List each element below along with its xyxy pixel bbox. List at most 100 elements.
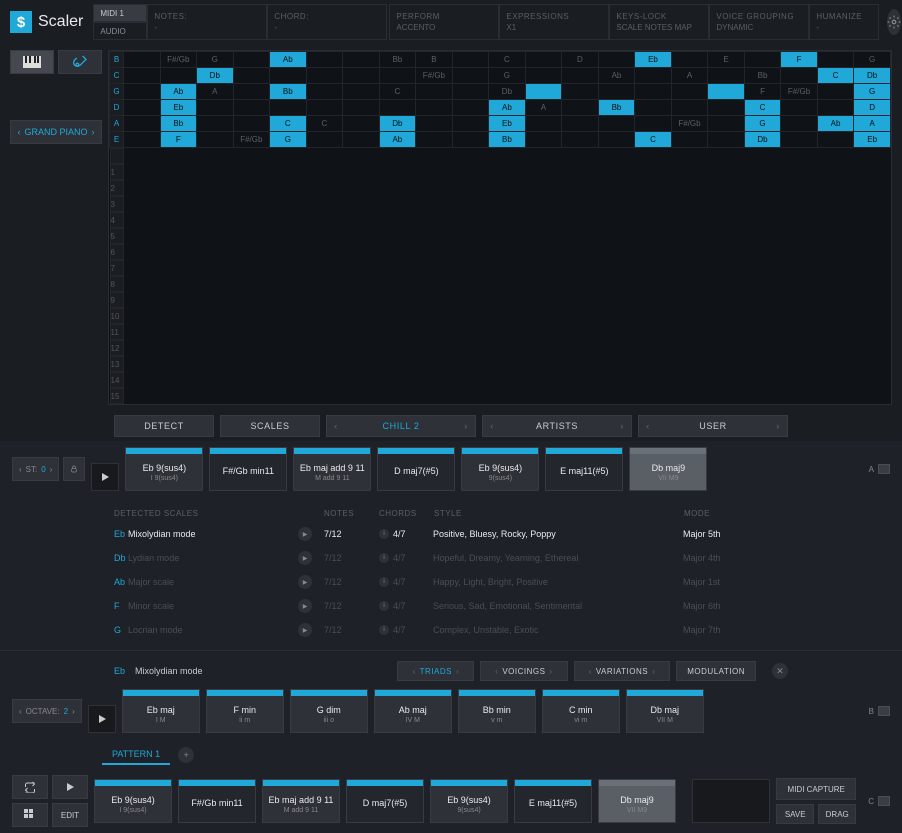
chord-pad[interactable]: Db maj9VII M9 <box>598 779 676 823</box>
fret-cell[interactable] <box>562 84 599 100</box>
play-icon[interactable]: ▶ <box>298 575 312 589</box>
fret-cell[interactable] <box>343 68 380 84</box>
fret-cell[interactable]: C <box>110 68 124 84</box>
fret-cell[interactable] <box>452 52 489 68</box>
fret-cell[interactable]: A <box>197 84 234 100</box>
fret-cell[interactable] <box>416 84 453 100</box>
play-button[interactable] <box>52 775 88 799</box>
fret-cell[interactable]: F <box>781 52 818 68</box>
chord-pad[interactable]: Db majVII M <box>626 689 704 733</box>
gear-icon[interactable] <box>887 9 901 35</box>
chord-pad[interactable]: E maj11(#5) <box>514 779 592 823</box>
fret-cell[interactable] <box>525 132 562 148</box>
fret-cell[interactable]: F#/Gb <box>233 132 270 148</box>
octave-selector[interactable]: ‹OCTAVE:2› <box>12 699 82 723</box>
fret-cell[interactable] <box>817 52 854 68</box>
fret-cell[interactable] <box>197 132 234 148</box>
info-icon[interactable]: i <box>379 601 389 611</box>
fret-cell[interactable]: D <box>110 100 124 116</box>
fret-cell[interactable] <box>124 52 161 68</box>
fret-cell[interactable] <box>671 52 708 68</box>
fret-cell[interactable] <box>124 84 161 100</box>
fret-cell[interactable] <box>233 52 270 68</box>
fret-cell[interactable]: G <box>197 52 234 68</box>
fret-cell[interactable]: Bb <box>379 52 416 68</box>
fret-cell[interactable]: Ab <box>160 84 197 100</box>
fret-cell[interactable]: Ab <box>270 52 307 68</box>
tab-variations[interactable]: ‹VARIATIONS› <box>574 661 671 681</box>
fret-cell[interactable] <box>708 68 745 84</box>
add-pattern-button[interactable]: + <box>178 747 194 763</box>
fret-cell[interactable] <box>306 68 343 84</box>
fret-cell[interactable]: Bb <box>489 132 526 148</box>
fret-cell[interactable] <box>781 68 818 84</box>
chevron-right-icon[interactable]: › <box>613 421 631 431</box>
fret-cell[interactable]: Ab <box>817 116 854 132</box>
fret-cell[interactable] <box>635 116 672 132</box>
fret-cell[interactable]: C <box>489 52 526 68</box>
fret-cell[interactable] <box>562 68 599 84</box>
fret-cell[interactable] <box>306 84 343 100</box>
humanize-panel[interactable]: HUMANIZE - <box>809 4 879 40</box>
fret-cell[interactable] <box>343 100 380 116</box>
scale-row[interactable]: DbLydian mode ▶ 7/12 i 4/7 Hopeful, Drea… <box>114 546 788 570</box>
grid-button[interactable] <box>12 803 48 827</box>
fret-cell[interactable]: F#/Gb <box>671 116 708 132</box>
tab-browse[interactable]: ‹ CHILL 2 › <box>326 415 476 437</box>
fret-cell[interactable]: C <box>379 84 416 100</box>
fret-cell[interactable]: C <box>635 132 672 148</box>
fret-cell[interactable] <box>452 68 489 84</box>
play-button[interactable] <box>88 705 116 733</box>
info-icon[interactable]: i <box>379 625 389 635</box>
chevron-right-icon[interactable]: › <box>457 421 475 431</box>
fret-cell[interactable]: F#/Gb <box>781 84 818 100</box>
fret-cell[interactable]: F#/Gb <box>416 68 453 84</box>
fret-cell[interactable]: Eb <box>489 116 526 132</box>
tab-scales[interactable]: SCALES <box>220 415 320 437</box>
fret-cell[interactable]: A <box>854 116 891 132</box>
midi-capture-button[interactable]: MIDI CAPTURE <box>776 778 856 800</box>
fret-cell[interactable] <box>343 132 380 148</box>
midi-mode[interactable]: MIDI 1 <box>93 4 147 22</box>
fret-cell[interactable] <box>270 68 307 84</box>
fret-cell[interactable]: A <box>671 68 708 84</box>
fret-cell[interactable]: C <box>270 116 307 132</box>
fret-cell[interactable]: G <box>270 132 307 148</box>
chord-pad[interactable]: Eb maj add 9 11M add 9 11 <box>293 447 371 491</box>
fret-cell[interactable]: Bb <box>598 100 635 116</box>
chord-pad[interactable]: D maj7(#5) <box>377 447 455 491</box>
fret-cell[interactable] <box>744 52 781 68</box>
fret-cell[interactable]: G <box>744 116 781 132</box>
keyboard-view-button[interactable] <box>10 50 54 74</box>
fret-cell[interactable] <box>708 100 745 116</box>
fret-cell[interactable] <box>416 116 453 132</box>
chord-pad[interactable]: Eb 9(sus4)I 9(sus4) <box>94 779 172 823</box>
pattern-tab[interactable]: PATTERN 1 <box>102 745 170 765</box>
fret-cell[interactable] <box>306 100 343 116</box>
fret-cell[interactable]: A <box>525 100 562 116</box>
info-icon[interactable]: i <box>379 553 389 563</box>
fret-cell[interactable] <box>635 84 672 100</box>
fret-cell[interactable]: D <box>562 52 599 68</box>
fret-cell[interactable] <box>343 84 380 100</box>
fret-cell[interactable]: Bb <box>270 84 307 100</box>
audio-mode[interactable]: AUDIO <box>93 22 147 40</box>
chord-pad[interactable]: Bb minv m <box>458 689 536 733</box>
chord-pad[interactable]: Db maj9VII M9 <box>629 447 707 491</box>
info-icon[interactable]: i <box>379 529 389 539</box>
perform-panel[interactable]: PERFORM ACCENTO <box>389 4 499 40</box>
fret-cell[interactable]: Bb <box>160 116 197 132</box>
fret-cell[interactable]: A <box>110 116 124 132</box>
empty-chord-slot[interactable] <box>692 779 770 823</box>
fret-cell[interactable]: Db <box>744 132 781 148</box>
fretboard-grid[interactable]: BF#/GbGAbBbBCDEbEFGCDbF#/GbGAbABbCDbGAbA… <box>108 50 892 405</box>
fret-cell[interactable] <box>452 100 489 116</box>
fret-cell[interactable] <box>562 100 599 116</box>
fret-cell[interactable]: Db <box>197 68 234 84</box>
fret-cell[interactable] <box>343 116 380 132</box>
fret-cell[interactable] <box>525 84 562 100</box>
fret-cell[interactable] <box>379 100 416 116</box>
fret-cell[interactable] <box>452 84 489 100</box>
chord-pad[interactable]: Eb maj add 9 11M add 9 11 <box>262 779 340 823</box>
fret-cell[interactable]: G <box>110 84 124 100</box>
